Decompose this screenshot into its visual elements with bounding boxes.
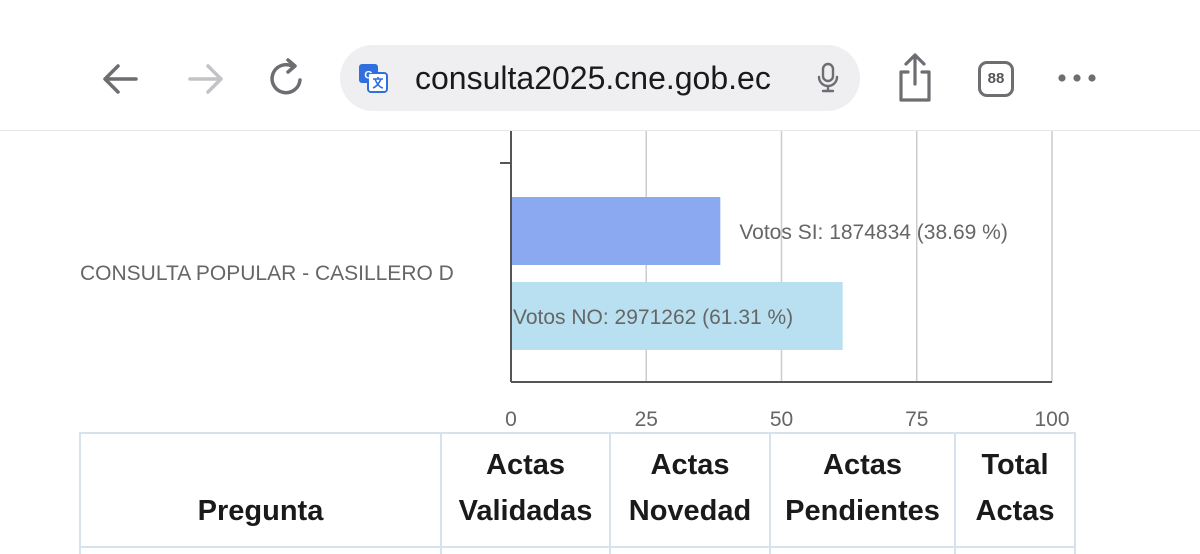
header-line: Actas	[975, 495, 1055, 527]
x-tick-label: 75	[905, 408, 928, 431]
table-cell	[440, 546, 611, 554]
header-line: Pregunta	[197, 495, 324, 527]
header-line: Actas	[486, 449, 565, 481]
x-tick-label: 0	[505, 408, 517, 431]
header-line: Actas	[823, 449, 902, 481]
header-line: Actas	[650, 449, 730, 481]
results-chart: Votos SI: 1874834 (38.69 %) Votos NO: 297…	[0, 131, 1200, 431]
header-actas-novedad: Actas Novedad	[609, 432, 771, 548]
table-header-row: Pregunta Actas Validadas Actas Novedad A…	[79, 432, 1076, 548]
translate-icon[interactable]: G	[358, 63, 388, 93]
header-line: Pendientes	[785, 495, 940, 527]
header-total-actas: Total Actas	[954, 432, 1076, 548]
header-actas-validadas: Actas Validadas	[440, 432, 611, 548]
bar	[511, 197, 721, 265]
results-table: Pregunta Actas Validadas Actas Novedad A…	[79, 432, 1076, 554]
url-text[interactable]: consulta2025.cne.gob.ec	[415, 59, 771, 97]
x-tick-label: 25	[635, 408, 658, 431]
header-line: Total	[981, 449, 1049, 481]
tabs-icon[interactable]: 88	[978, 61, 1014, 97]
svg-text:G: G	[364, 70, 373, 82]
header-pregunta: Pregunta	[79, 432, 442, 548]
header-line: Novedad	[628, 495, 752, 527]
address-bar[interactable]: G consulta2025.cne.gob.ec	[340, 45, 860, 111]
table-cell	[954, 546, 1076, 554]
bar-label: Votos SI: 1874834 (38.69 %)	[739, 221, 1008, 244]
share-icon[interactable]	[892, 52, 938, 104]
x-tick-label: 50	[770, 408, 793, 431]
table-cell	[769, 546, 956, 554]
microphone-icon[interactable]	[816, 62, 840, 94]
bar-label: Votos NO: 2971262 (61.31 %)	[513, 306, 793, 329]
table-row	[79, 546, 1076, 554]
reload-icon[interactable]	[262, 54, 312, 104]
back-arrow-icon[interactable]	[96, 54, 146, 104]
browser-toolbar: G consulta2025.cne.gob.ec 88	[0, 0, 1200, 131]
category-label: CONSULTA POPULAR - CASILLERO D	[80, 262, 454, 285]
table-cell	[79, 546, 442, 554]
header-actas-pendientes: Actas Pendientes	[769, 432, 956, 548]
x-tick-label: 100	[1034, 408, 1069, 431]
forward-arrow-icon[interactable]	[180, 54, 230, 104]
header-line: Validadas	[458, 495, 593, 527]
more-icon[interactable]	[1054, 66, 1100, 90]
table-cell	[609, 546, 771, 554]
